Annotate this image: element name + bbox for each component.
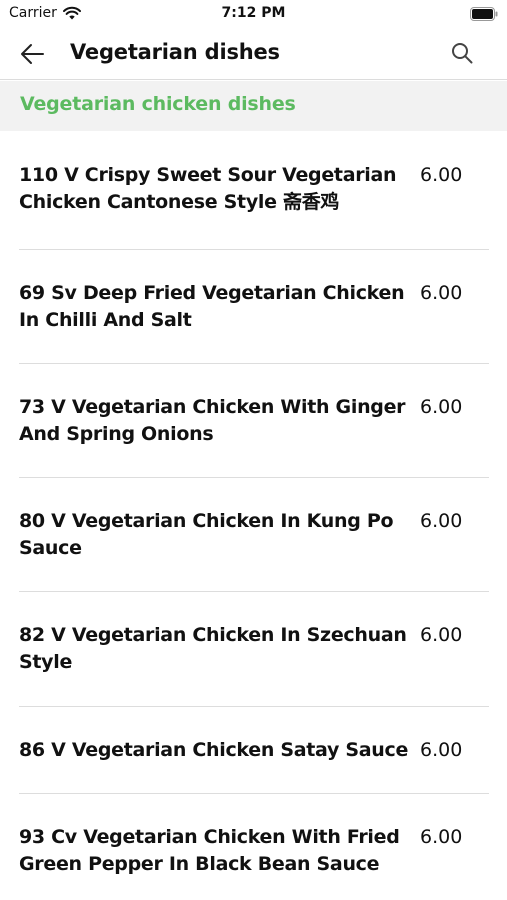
item-price: 6.00 — [420, 826, 463, 848]
status-time: 7:12 PM — [221, 5, 286, 21]
divider — [19, 706, 489, 707]
item-price: 6.00 — [420, 396, 463, 418]
divider — [19, 793, 489, 794]
item-name: 110 V Crispy Sweet Sour Vegetarian Chick… — [19, 164, 397, 213]
divider — [19, 249, 489, 250]
divider — [19, 363, 489, 364]
item-name: 82 V Vegetarian Chicken In Szechuan Styl… — [19, 624, 407, 673]
item-price: 6.00 — [420, 164, 463, 186]
navigation-bar: Vegetarian dishes — [0, 28, 507, 80]
section-header: Vegetarian chicken dishes — [0, 81, 507, 131]
section-title: Vegetarian chicken dishes — [20, 93, 296, 115]
arrow-left-icon[interactable] — [19, 41, 45, 67]
item-price: 6.00 — [420, 739, 463, 761]
item-name: 93 Cv Vegetarian Chicken With Fried Gree… — [19, 826, 400, 875]
item-name: 86 V Vegetarian Chicken Satay Sauce — [19, 739, 409, 761]
item-price: 6.00 — [420, 624, 463, 646]
status-bar: Carrier 7:12 PM — [0, 0, 507, 28]
divider — [19, 591, 489, 592]
divider — [19, 477, 489, 478]
page-title: Vegetarian dishes — [70, 40, 280, 64]
battery-icon — [470, 7, 498, 21]
item-price: 6.00 — [420, 282, 463, 304]
item-price: 6.00 — [420, 510, 463, 532]
item-name: 73 V Vegetarian Chicken With Ginger And … — [19, 396, 406, 445]
search-icon[interactable] — [450, 41, 474, 65]
item-name: 69 Sv Deep Fried Vegetarian Chicken In C… — [19, 282, 405, 331]
item-name: 80 V Vegetarian Chicken In Kung Po Sauce — [19, 510, 394, 559]
